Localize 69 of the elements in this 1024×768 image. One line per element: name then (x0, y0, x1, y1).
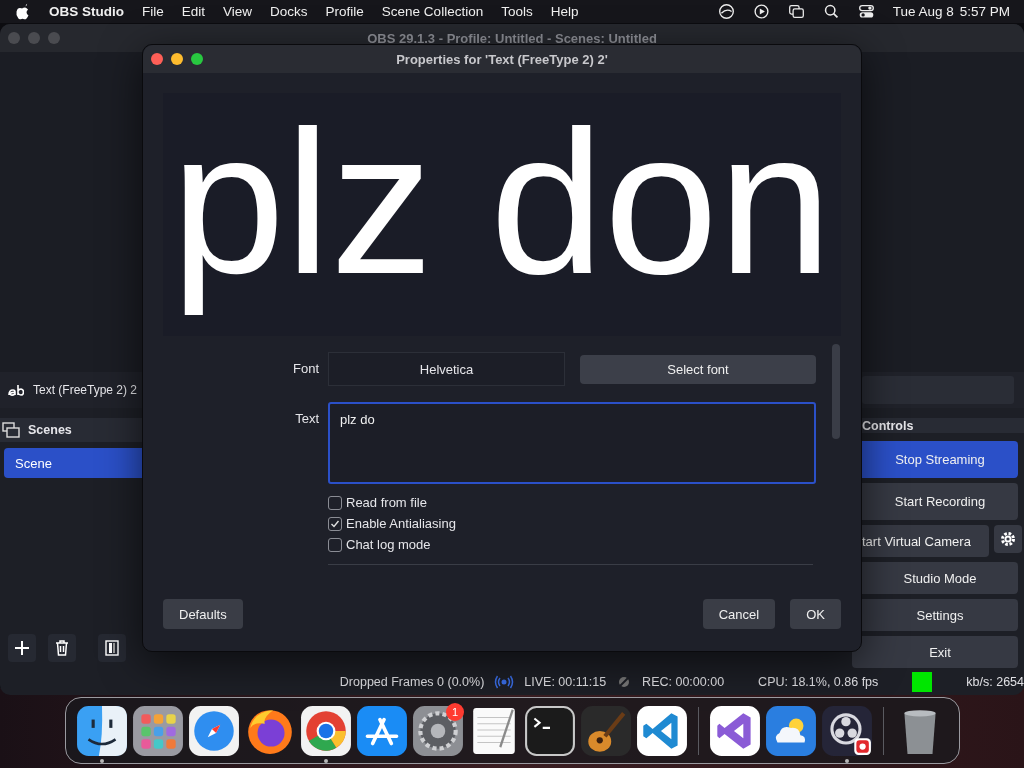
menu-item[interactable]: View (223, 4, 253, 19)
circle-record-icon[interactable] (821, 704, 873, 757)
add-button[interactable] (8, 634, 36, 662)
menu-item[interactable]: File (142, 4, 164, 19)
swirl-icon[interactable] (717, 3, 735, 20)
field-label: Text (295, 410, 319, 428)
cpu-usage: CPU: 18.1%, 0.86 fps (758, 674, 879, 689)
select-font-button[interactable]: Select font (580, 354, 816, 384)
ok-button[interactable]: OK (790, 599, 841, 629)
checkbox-label[interactable]: Chat log mode (346, 537, 431, 552)
preview-text: plz don (171, 93, 833, 318)
text-input[interactable]: plz do (328, 402, 816, 484)
search-icon[interactable] (822, 3, 840, 20)
minimize-button[interactable] (171, 53, 183, 65)
text-source-icon (8, 384, 24, 396)
app-grid-icon[interactable] (132, 704, 184, 757)
control-button[interactable]: Exit (852, 636, 1018, 668)
checkbox[interactable] (328, 537, 342, 552)
ring-icon[interactable] (300, 704, 352, 757)
settings-icon (999, 531, 1016, 547)
app-menu[interactable]: OBS Studio (49, 4, 124, 19)
checkbox-label[interactable]: Read from file (346, 495, 427, 510)
menu-item[interactable]: Scene Collection (381, 4, 484, 19)
menu-clock[interactable]: 5:57 PM (959, 4, 1010, 19)
field-label: Font (293, 360, 319, 378)
filter-icon (105, 640, 119, 656)
terminal-icon[interactable] (524, 704, 576, 757)
broadcast-icon (494, 674, 515, 689)
apple-icon[interactable] (14, 3, 31, 20)
source-name: Text (FreeType 2) 2 (33, 383, 138, 397)
compass-icon[interactable] (188, 704, 240, 757)
scrollbar[interactable] (832, 344, 840, 439)
window-title: OBS 29.1.3 - Profile: Untitled - Scenes: Untitled (367, 30, 657, 46)
menu-item[interactable]: Tools (501, 4, 533, 19)
checkbox-label[interactable]: Enable Antialiasing (346, 516, 456, 531)
dropped-frames: Dropped Frames 0 (0.0%) (339, 674, 485, 689)
cancel-button[interactable]: Cancel (702, 599, 776, 629)
code-icon[interactable] (636, 704, 688, 757)
dock-title: Scenes (28, 423, 72, 437)
bitrate: kb/s: 2654 (966, 674, 1024, 689)
trash-icon (55, 640, 69, 656)
close-button[interactable] (151, 53, 163, 65)
face-icon[interactable] (76, 704, 128, 757)
plus-icon (14, 640, 30, 656)
live-timer: LIVE: 00:11:15 (524, 674, 607, 689)
remove-button[interactable] (48, 634, 76, 662)
toggles-icon[interactable] (857, 3, 875, 20)
checkbox[interactable] (328, 516, 342, 531)
ribbon-icon[interactable] (709, 704, 761, 757)
rec-timer: REC: 00:00:00 (642, 674, 725, 689)
zoom-button[interactable] (191, 53, 203, 65)
notification-badge: 1 (446, 702, 464, 721)
settings-button[interactable] (993, 525, 1022, 553)
checkbox[interactable] (328, 495, 342, 510)
menu-date[interactable]: Tue Aug 8 (892, 4, 954, 19)
gear-icon[interactable] (412, 704, 464, 757)
guitar-icon[interactable] (580, 704, 632, 757)
menu-item[interactable]: Help (550, 4, 579, 19)
defaults-button[interactable]: Defaults (163, 599, 243, 629)
font-field[interactable]: Helvetica (328, 352, 565, 386)
dialog-title: Properties for 'Text (FreeType 2) 2' (396, 51, 608, 67)
sun-cloud-icon[interactable] (765, 704, 817, 757)
play-icon[interactable] (752, 3, 770, 20)
stream-health-indicator (912, 671, 933, 692)
windows-icon[interactable] (787, 3, 805, 20)
filters-button[interactable] (98, 634, 126, 662)
menu-item[interactable]: Edit (181, 4, 206, 19)
menu-item[interactable]: Profile (325, 4, 364, 19)
menu-item[interactable]: Docks (270, 4, 308, 19)
